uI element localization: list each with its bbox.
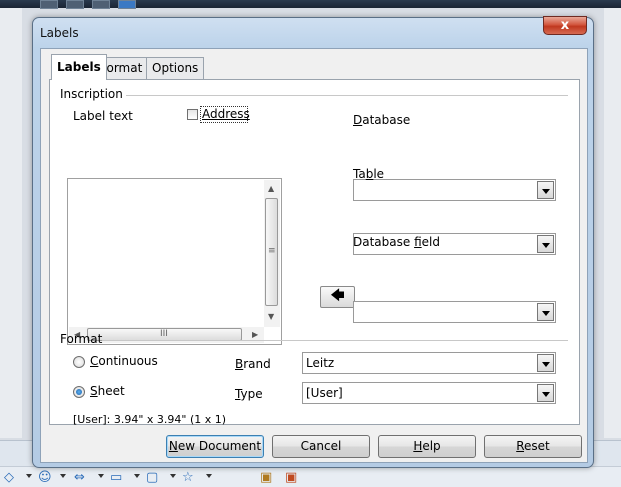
inscription-group-label: Inscription — [60, 87, 123, 101]
gallery-icon[interactable]: ▣ — [285, 470, 297, 485]
dialog-title: Labels — [40, 26, 79, 40]
host-window-left-edge — [0, 8, 22, 438]
taskbar-icon[interactable] — [118, 0, 136, 9]
fontwork-icon[interactable]: ▣ — [260, 470, 272, 485]
chevron-down-icon[interactable] — [170, 474, 176, 478]
tab-labels[interactable]: Labels — [51, 54, 107, 80]
format-group-label: Format — [60, 332, 103, 346]
diamond-shape-icon[interactable]: ◇ — [4, 470, 14, 485]
new-document-button[interactable]: New Document — [166, 435, 264, 458]
chevron-down-icon[interactable] — [537, 235, 554, 253]
taskbar-icon[interactable] — [66, 0, 84, 9]
tab-options[interactable]: Options — [146, 57, 205, 79]
chevron-down-icon[interactable] — [537, 384, 554, 402]
vertical-scroll-thumb[interactable]: ≡ — [265, 198, 278, 306]
star-shape-icon[interactable]: ☆ — [182, 470, 194, 485]
reset-button[interactable]: Reset — [484, 435, 582, 458]
scroll-up-icon[interactable]: ▲ — [268, 185, 274, 193]
chevron-down-icon[interactable] — [537, 181, 554, 199]
flowchart-icon[interactable]: ▭ — [110, 470, 122, 485]
inscription-separator — [126, 95, 568, 96]
labels-tab-page: Inscription Label text Address ▲ ≡ ▼ ◀ I… — [49, 79, 580, 426]
chevron-down-icon[interactable] — [537, 354, 554, 372]
brand-select-value: Leitz — [306, 356, 335, 370]
label-text-vertical-scrollbar[interactable]: ▲ ≡ ▼ — [264, 180, 280, 327]
taskbar-icon[interactable] — [92, 0, 110, 9]
brand-label: Brand — [235, 357, 271, 371]
type-select[interactable]: [User] — [302, 382, 556, 404]
callout-icon[interactable]: ▢ — [146, 470, 158, 485]
format-summary: [User]: 3.94" x 3.94" (1 x 1) — [73, 413, 227, 426]
database-label: Database — [353, 113, 411, 127]
dialog-client-area: Labels Format Options Inscription Label … — [40, 48, 588, 463]
format-separator — [102, 340, 568, 341]
block-arrows-icon[interactable]: ⇔ — [74, 470, 85, 485]
close-button[interactable]: x — [543, 16, 587, 35]
close-icon: x — [560, 18, 570, 33]
scroll-grip-icon: ≡ — [268, 246, 276, 256]
chevron-down-icon[interactable] — [26, 474, 32, 478]
insert-field-button[interactable]: 🡄 — [320, 286, 355, 308]
chevron-down-icon[interactable] — [206, 474, 212, 478]
address-label[interactable]: Address — [202, 107, 250, 121]
address-checkbox[interactable] — [187, 109, 198, 120]
label-text-label: Label text — [73, 109, 133, 123]
labels-dialog: Labels x Labels Format Options Inscripti… — [32, 16, 594, 468]
drawing-toolbar — [0, 466, 621, 487]
cancel-button[interactable]: Cancel — [272, 435, 370, 458]
table-label: Table — [353, 167, 385, 181]
smiley-shape-icon[interactable]: ☺ — [38, 470, 52, 485]
sheet-label[interactable]: Sheet — [90, 384, 125, 398]
scroll-right-icon[interactable]: ▶ — [252, 331, 258, 339]
database-field-select[interactable] — [353, 301, 556, 323]
label-text-area[interactable]: ▲ ≡ ▼ ◀ III ▶ — [67, 178, 282, 345]
scroll-grip-icon: III — [160, 329, 168, 339]
sheet-radio[interactable] — [73, 386, 85, 398]
type-select-value: [User] — [306, 386, 343, 400]
host-window-right-edge — [604, 8, 621, 438]
database-field-label: Database field — [353, 235, 440, 249]
chevron-down-icon[interactable] — [537, 303, 554, 321]
chevron-down-icon[interactable] — [134, 474, 140, 478]
host-taskbar-strip — [0, 0, 621, 9]
help-button[interactable]: Help — [378, 435, 476, 458]
database-select[interactable] — [353, 179, 556, 201]
type-label: Type — [235, 387, 263, 401]
chevron-down-icon[interactable] — [60, 474, 66, 478]
taskbar-icon[interactable] — [40, 0, 58, 9]
left-arrow-icon: 🡄 — [330, 288, 345, 304]
chevron-down-icon[interactable] — [98, 474, 104, 478]
scroll-down-icon[interactable]: ▼ — [268, 313, 274, 321]
brand-select[interactable]: Leitz — [302, 352, 556, 374]
continuous-radio[interactable] — [73, 356, 85, 368]
continuous-label[interactable]: Continuous — [90, 354, 158, 368]
